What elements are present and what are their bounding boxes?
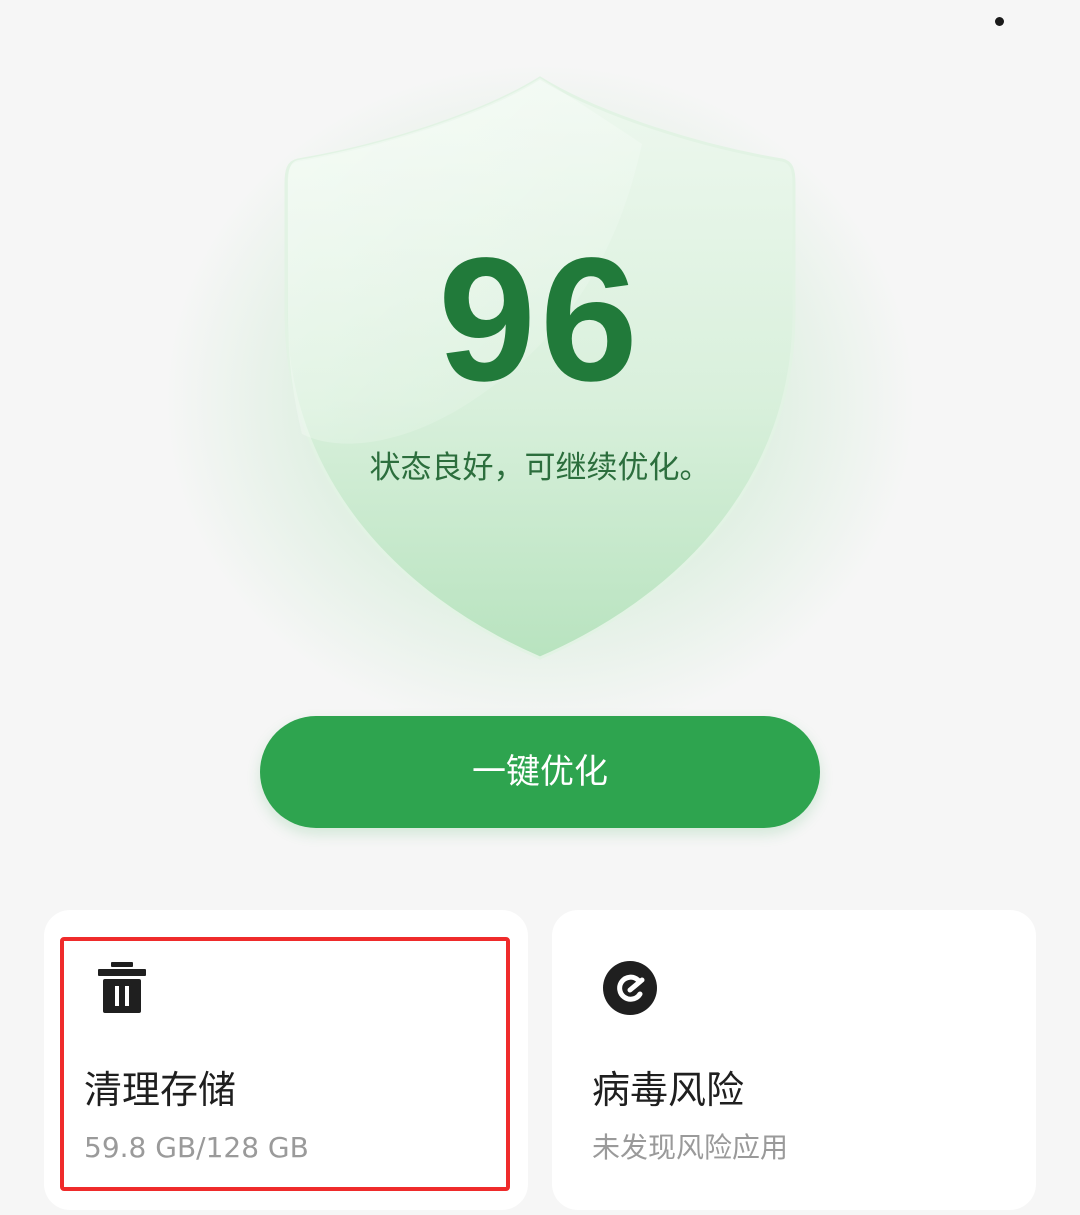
status-message: 状态良好，可继续优化。 [369, 450, 711, 486]
card-title: 清理存储 [84, 1068, 237, 1112]
storage-usage: 59.8 GB/128 GB [84, 1131, 309, 1164]
phone-manager-screen: 96 状态良好，可继续优化。 一键优化 清理存储 59.8 GB/128 GB … [0, 0, 1080, 1215]
health-score: 96 [438, 222, 642, 418]
trash-icon [98, 962, 146, 1013]
clean-storage-card[interactable]: 清理存储 59.8 GB/128 GB [44, 910, 528, 1210]
more-options-icon[interactable] [984, 0, 1014, 26]
virus-status: 未发现风险应用 [592, 1131, 789, 1164]
virus-risk-card[interactable]: 病毒风险 未发现风险应用 [552, 910, 1036, 1210]
card-title: 病毒风险 [592, 1068, 745, 1112]
virus-scan-icon [603, 961, 657, 1015]
more-dot [994, 17, 1004, 26]
one-click-optimize-button[interactable]: 一键优化 [260, 716, 820, 828]
